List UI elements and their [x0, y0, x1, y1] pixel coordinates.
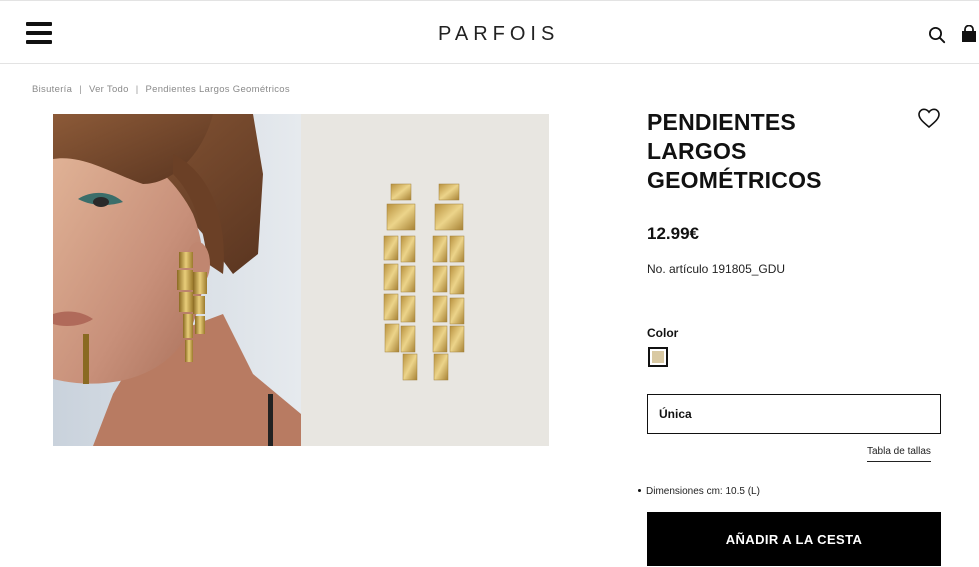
product-price: 12.99€	[647, 224, 699, 243]
dimensions-info: Dimensiones cm: 10.5 (L)	[638, 486, 760, 497]
size-value: Única	[659, 407, 692, 421]
add-to-cart-button[interactable]: AÑADIR A LA CESTA	[647, 512, 941, 566]
breadcrumb-separator: |	[79, 84, 82, 95]
product-image-earrings[interactable]	[301, 114, 549, 446]
site-header: PARFOIS	[0, 0, 979, 64]
search-icon[interactable]	[928, 26, 946, 44]
product-image-model[interactable]	[53, 114, 301, 446]
hamburger-menu-icon[interactable]	[26, 22, 52, 44]
size-table-link[interactable]: Tabla de tallas	[867, 446, 931, 462]
brand-logo[interactable]: PARFOIS	[438, 23, 559, 46]
breadcrumb-item-current[interactable]: Pendientes Largos Geométricos	[146, 84, 290, 95]
color-label: Color	[647, 326, 679, 340]
breadcrumb: Bisutería | Ver Todo | Pendientes Largos Geo…	[32, 84, 290, 95]
article-number: No. artículo 191805_GDU	[647, 262, 786, 276]
size-selector[interactable]: Única	[647, 394, 941, 434]
heart-icon[interactable]	[917, 107, 941, 129]
product-title: PENDIENTES LARGOS GEOMÉTRICOS	[647, 109, 822, 193]
bullet-icon	[638, 488, 641, 492]
breadcrumb-item-ver-todo[interactable]: Ver Todo	[89, 84, 129, 95]
breadcrumb-separator: |	[135, 84, 139, 95]
swatch-fill	[652, 351, 664, 363]
breadcrumb-item-bisuteria[interactable]: Bisutería	[32, 84, 72, 95]
shopping-bag-icon[interactable]	[960, 25, 979, 43]
dimensions-text: Dimensiones cm: 10.5 (L)	[646, 486, 760, 497]
color-swatch-gold[interactable]	[648, 347, 668, 367]
